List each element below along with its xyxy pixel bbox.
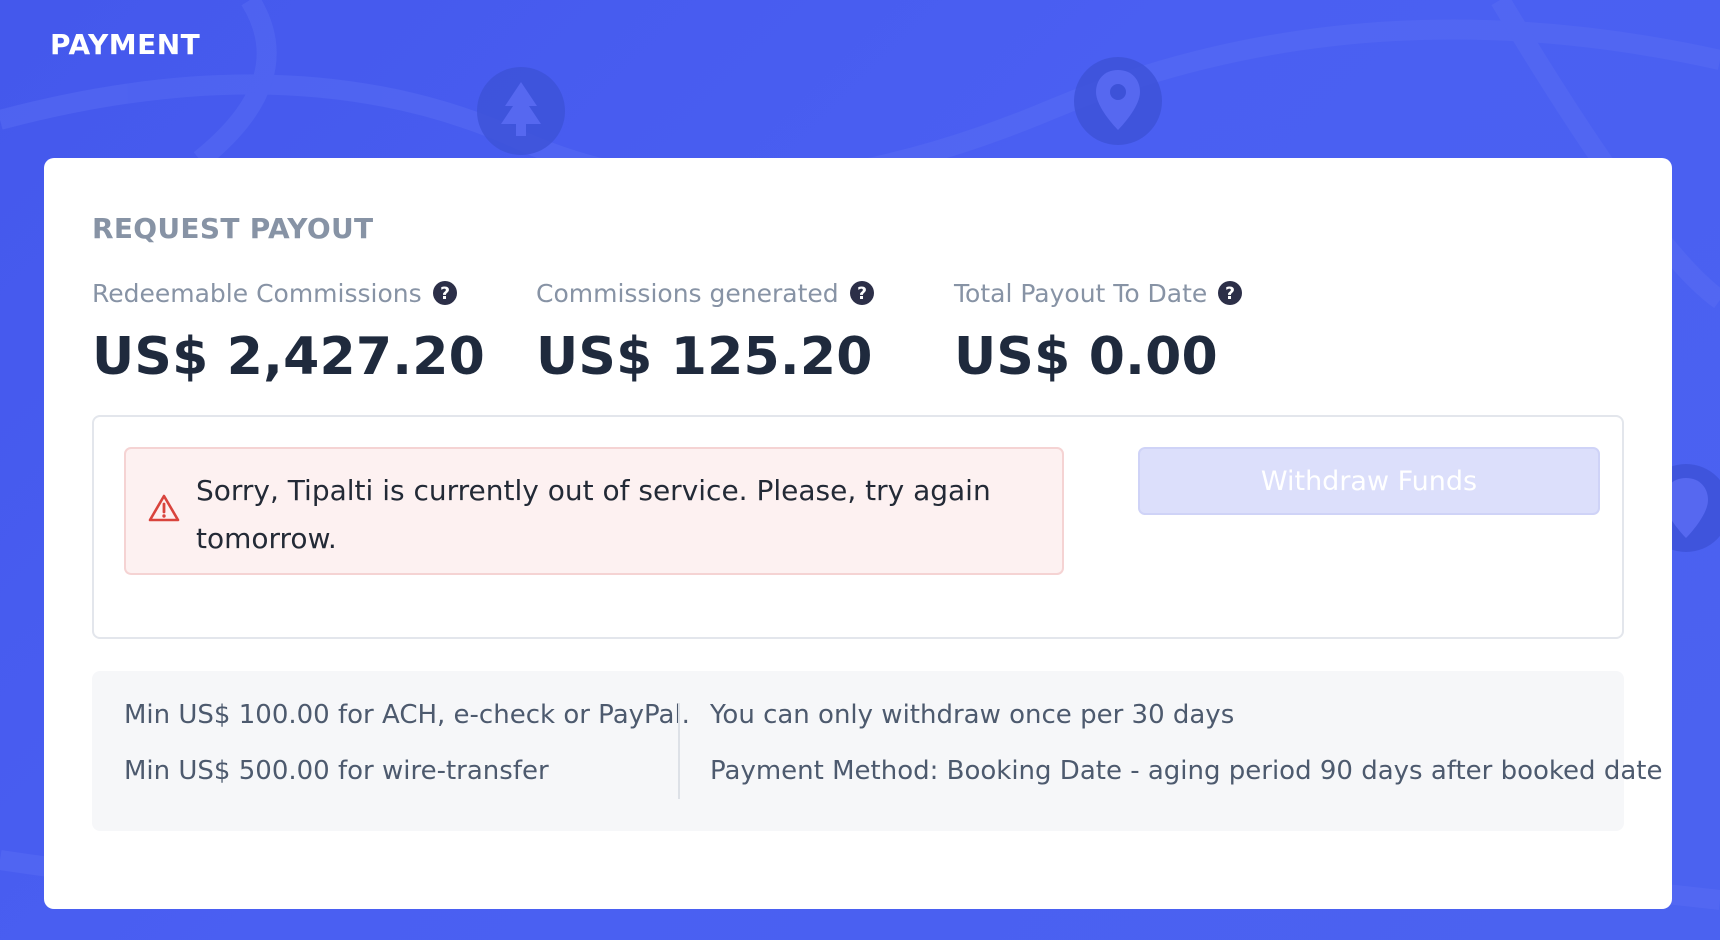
info-line: Min US$ 100.00 for ACH, e-check or PayPa… bbox=[124, 700, 690, 730]
svg-text:?: ? bbox=[440, 284, 450, 304]
stat-value: US$ 0.00 bbox=[954, 327, 1218, 387]
alert-message: Sorry, Tipalti is currently out of servi… bbox=[196, 474, 991, 555]
stat-label: Total Payout To Date bbox=[954, 278, 1208, 308]
withdraw-panel: Sorry, Tipalti is currently out of servi… bbox=[92, 415, 1624, 639]
withdraw-funds-button[interactable]: Withdraw Funds bbox=[1138, 447, 1600, 515]
help-icon[interactable]: ? bbox=[1217, 280, 1243, 306]
stat-value: US$ 125.20 bbox=[536, 327, 873, 387]
stats-row: Redeemable Commissions ? US$ 2,427.20 Co… bbox=[92, 277, 1624, 387]
payout-rules: You can only withdraw once per 30 days P… bbox=[710, 697, 1662, 809]
svg-text:?: ? bbox=[857, 284, 867, 304]
request-payout-card: REQUEST PAYOUT Redeemable Commissions ? … bbox=[44, 158, 1672, 909]
help-icon[interactable]: ? bbox=[432, 280, 458, 306]
info-line: Payment Method: Booking Date - aging per… bbox=[710, 756, 1663, 786]
stat-commissions-generated: Commissions generated ? US$ 125.20 bbox=[536, 277, 954, 387]
info-divider bbox=[678, 703, 680, 799]
info-line: You can only withdraw once per 30 days bbox=[710, 700, 1235, 730]
stat-value: US$ 2,427.20 bbox=[92, 327, 485, 387]
payout-info-panel: Min US$ 100.00 for ACH, e-check or PayPa… bbox=[92, 671, 1662, 831]
location-pin-icon bbox=[1074, 57, 1162, 145]
stat-redeemable-commissions: Redeemable Commissions ? US$ 2,427.20 bbox=[92, 277, 536, 388]
stat-total-payout: Total Payout To Date ? US$ 0.00 bbox=[954, 277, 1274, 387]
page-title: PAYMENT bbox=[50, 28, 201, 61]
svg-text:?: ? bbox=[1225, 284, 1235, 304]
error-alert: Sorry, Tipalti is currently out of servi… bbox=[124, 447, 1064, 575]
stat-label: Commissions generated bbox=[536, 278, 839, 308]
help-icon[interactable]: ? bbox=[849, 280, 875, 306]
stat-label: Redeemable Commissions bbox=[92, 278, 422, 308]
card-title: REQUEST PAYOUT bbox=[92, 212, 374, 245]
payout-minimums: Min US$ 100.00 for ACH, e-check or PayPa… bbox=[124, 697, 690, 809]
warning-triangle-icon bbox=[148, 494, 180, 522]
info-line: Min US$ 500.00 for wire-transfer bbox=[124, 756, 549, 786]
tree-pin-icon bbox=[477, 67, 565, 155]
